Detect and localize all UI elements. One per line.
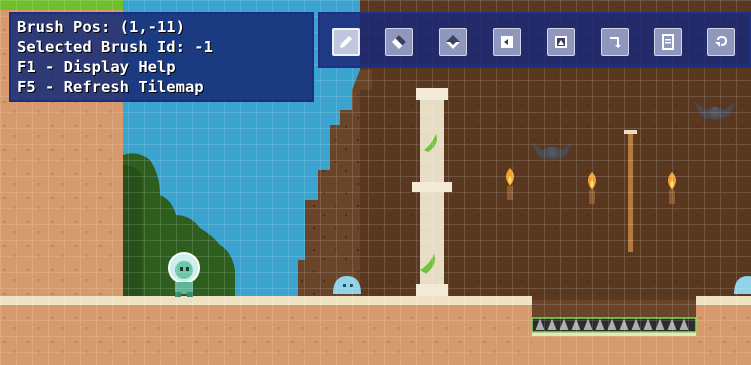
image-icon (555, 36, 567, 48)
selected-brush-id: Selected Brush Id: -1 (17, 38, 213, 56)
copy-tool-button[interactable] (493, 28, 521, 56)
copy-icon (501, 36, 513, 48)
undo-icon (715, 35, 728, 47)
tile-toolbar (318, 12, 751, 68)
pencil-icon (340, 36, 352, 48)
brush-position: Brush Pos: (1,-11) (17, 18, 185, 36)
document-tool-button[interactable] (654, 28, 682, 56)
undo-tool-button[interactable] (707, 28, 735, 56)
help-hint: F1 - Display Help (17, 58, 176, 76)
document-icon (662, 34, 674, 50)
refresh-hint: F5 - Refresh Tilemap (17, 78, 204, 96)
eraser-tool-button[interactable] (385, 28, 413, 56)
fill-icon (446, 35, 460, 49)
fill-tool-button[interactable] (439, 28, 467, 56)
arrow-down-tool-button[interactable] (601, 28, 629, 56)
arrow-down-icon (610, 37, 621, 48)
eraser-icon (392, 35, 406, 49)
info-panel: Brush Pos: (1,-11) Selected Brush Id: -1… (9, 12, 314, 102)
image-tool-button[interactable] (547, 28, 575, 56)
pencil-tool-button[interactable] (332, 28, 360, 56)
